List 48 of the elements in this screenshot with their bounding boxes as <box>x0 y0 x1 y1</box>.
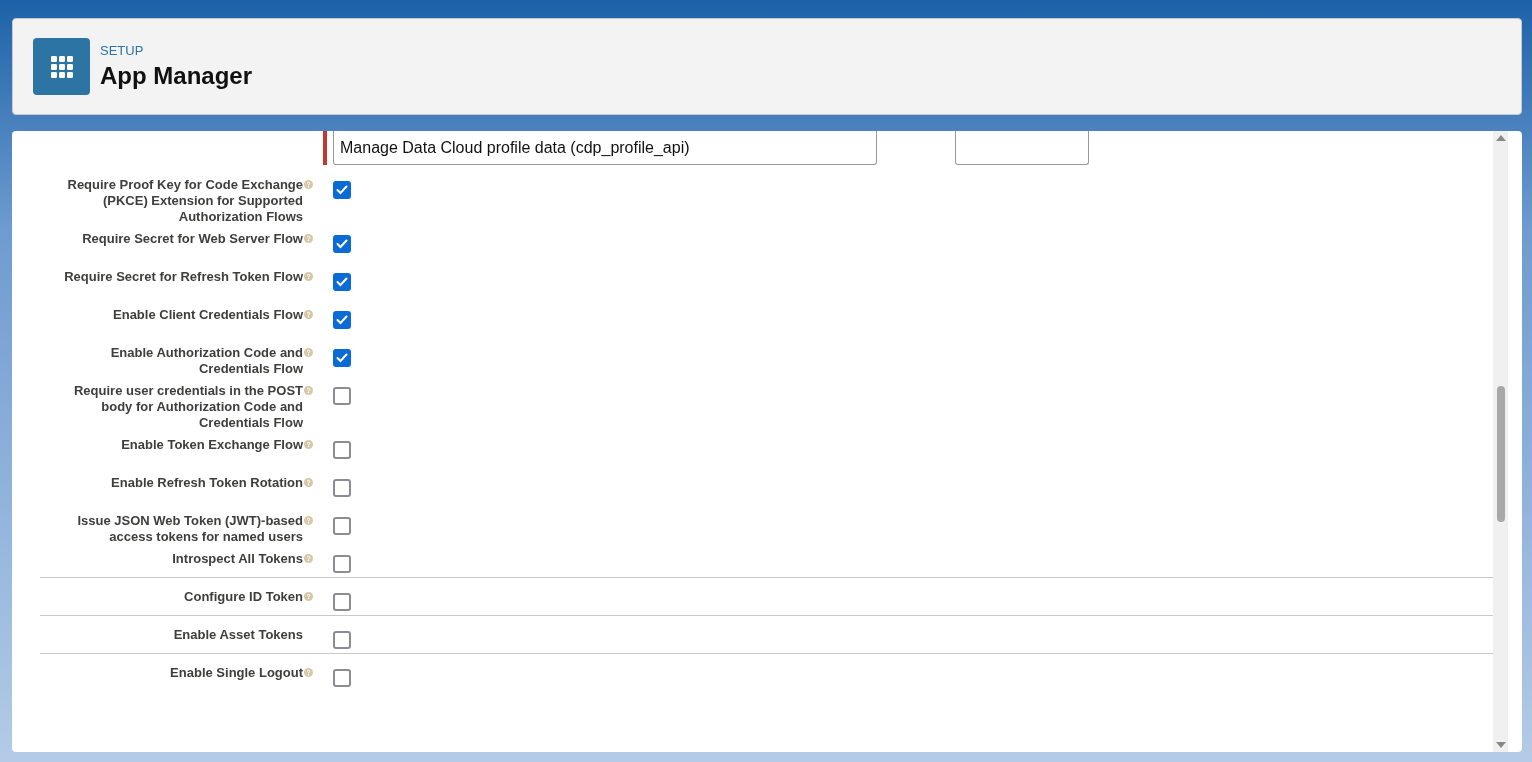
scrollbar[interactable] <box>1493 131 1508 752</box>
app-grid-icon <box>33 38 90 95</box>
help-icon[interactable] <box>304 478 313 487</box>
setting-label: Require Secret for Refresh Token Flow <box>63 269 303 285</box>
help-icon[interactable] <box>304 348 313 357</box>
checkbox[interactable] <box>333 479 351 497</box>
help-icon[interactable] <box>304 272 313 281</box>
setting-label: Enable Authorization Code and Credentials Flow <box>109 345 303 377</box>
help-icon[interactable] <box>304 180 313 189</box>
help-icon[interactable] <box>304 516 313 525</box>
help-icon[interactable] <box>304 668 313 677</box>
checkbox[interactable] <box>333 311 351 329</box>
setting-label: Enable Token Exchange Flow <box>120 437 303 453</box>
help-icon[interactable] <box>304 234 313 243</box>
scroll-down-icon[interactable] <box>1495 742 1506 748</box>
setting-label: Require Secret for Web Server Flow <box>81 231 303 247</box>
breadcrumb-label: SETUP <box>100 43 145 58</box>
setting-label: Enable Asset Tokens <box>172 627 303 643</box>
checkbox[interactable] <box>333 441 351 459</box>
setting-label: Enable Single Logout <box>169 665 303 681</box>
setting-label: Enable Refresh Token Rotation <box>110 475 303 491</box>
list-box[interactable] <box>955 131 1089 165</box>
scope-list-item[interactable]: Manage Data Cloud profile data (cdp_profile_api) <box>340 138 690 157</box>
checkbox[interactable] <box>333 349 351 367</box>
selected-scopes-list[interactable]: Manage Data Cloud profile data (cdp_profile_api) <box>333 131 877 165</box>
setting-label: Introspect All Tokens <box>171 551 303 567</box>
help-icon[interactable] <box>304 386 313 395</box>
help-icon[interactable] <box>304 440 313 449</box>
checkbox[interactable] <box>333 387 351 405</box>
setting-label: Enable Client Credentials Flow <box>112 307 303 323</box>
checkbox[interactable] <box>333 555 351 573</box>
checkbox[interactable] <box>333 235 351 253</box>
help-icon[interactable] <box>304 310 313 319</box>
help-icon[interactable] <box>304 554 313 563</box>
help-icon[interactable] <box>304 592 313 601</box>
checkbox[interactable] <box>333 181 351 199</box>
setting-label: Configure ID Token <box>183 589 303 605</box>
checkbox[interactable] <box>333 669 351 687</box>
scroll-up-icon[interactable] <box>1495 135 1506 141</box>
checkbox[interactable] <box>333 517 351 535</box>
checkbox[interactable] <box>333 273 351 291</box>
setting-label: Issue JSON Web Token (JWT)-based access tokens for named users <box>76 513 303 545</box>
checkbox[interactable] <box>333 593 351 611</box>
setting-label: Require Proof Key for Code Exchange (PKCE) Extension for Supported Authorization Flows <box>66 177 303 225</box>
page-title: App Manager <box>100 62 252 90</box>
checkbox[interactable] <box>333 631 351 649</box>
setting-label: Require user credentials in the POST body for Authorization Code and Credentials Flow <box>73 383 303 431</box>
scrollbar-thumb[interactable] <box>1496 386 1505 522</box>
